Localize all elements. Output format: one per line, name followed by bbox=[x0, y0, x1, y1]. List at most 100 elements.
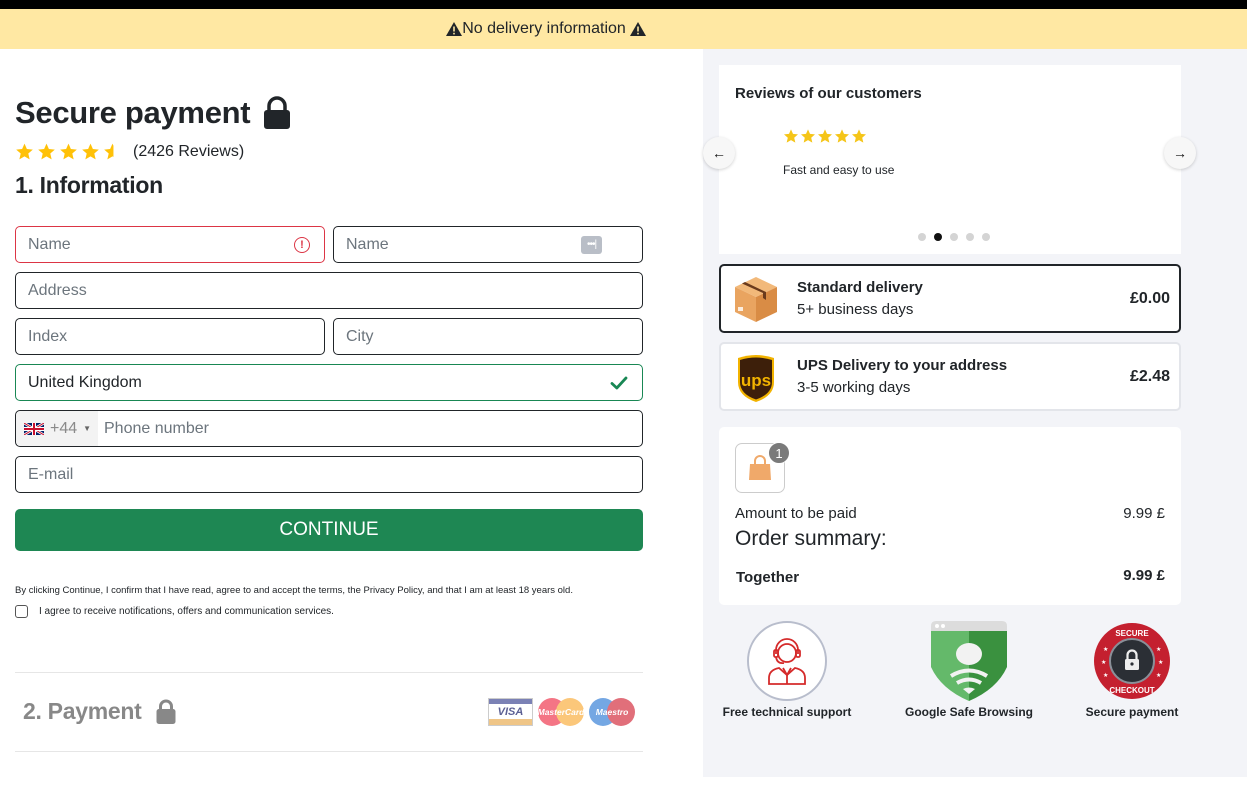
uk-flag-icon bbox=[24, 422, 44, 435]
terms-text: By clicking Continue, I confirm that I h… bbox=[15, 585, 573, 596]
continue-button[interactable]: CONTINUE bbox=[15, 509, 643, 551]
payment-heading-text: 2. Payment bbox=[23, 698, 142, 724]
maestro-icon: Maestro bbox=[589, 698, 635, 726]
check-icon bbox=[610, 375, 628, 391]
mastercard-label: MasterCard bbox=[537, 707, 585, 717]
trust-badge-secure-payment: SECURE CHECKOUT ★ ★ ★ ★ ★ ★ Secure payment bbox=[1081, 621, 1183, 719]
carousel-dots bbox=[918, 233, 990, 241]
svg-text:★: ★ bbox=[1156, 646, 1161, 653]
phone-placeholder: Phone number bbox=[104, 419, 209, 437]
warning-icon bbox=[629, 22, 646, 36]
order-sidebar: Reviews of our customers Fast and easy t… bbox=[703, 49, 1247, 777]
package-box-icon bbox=[731, 274, 781, 324]
carousel-dot[interactable] bbox=[966, 233, 974, 241]
email-field[interactable]: E-mail bbox=[15, 456, 643, 493]
svg-text:CHECKOUT: CHECKOUT bbox=[1109, 686, 1154, 695]
carousel-dot[interactable] bbox=[918, 233, 926, 241]
section-payment-heading[interactable]: 2. Payment bbox=[23, 698, 177, 725]
mastercard-icon: MasterCard bbox=[538, 698, 584, 726]
notifications-consent[interactable]: I agree to receive notifications, offers… bbox=[15, 605, 334, 618]
review-stars bbox=[783, 128, 867, 144]
lock-icon bbox=[155, 699, 177, 725]
delivery-alert-banner: No delivery information bbox=[0, 9, 1247, 49]
amount-label: Amount to be paid bbox=[735, 505, 857, 522]
shipping-name: UPS Delivery to your address bbox=[797, 357, 1008, 374]
visa-icon: VISA bbox=[488, 698, 533, 726]
carousel-dot[interactable] bbox=[982, 233, 990, 241]
index-field[interactable]: Index bbox=[15, 318, 325, 355]
shipping-option-ups[interactable]: ups UPS Delivery to your address 3-5 wor… bbox=[719, 342, 1181, 411]
first-name-placeholder: Name bbox=[28, 235, 71, 253]
svg-text:★: ★ bbox=[1101, 659, 1106, 666]
error-icon: ! bbox=[294, 236, 310, 253]
city-placeholder: City bbox=[346, 327, 374, 345]
first-name-field[interactable]: Name ! bbox=[15, 226, 325, 263]
trust-badge-label: Google Safe Browsing bbox=[904, 705, 1033, 719]
arrow-right-icon: → bbox=[1173, 145, 1187, 161]
star-icon bbox=[784, 129, 798, 143]
address-field[interactable]: Address bbox=[15, 272, 643, 309]
country-code-dropdown[interactable]: +44 ▼ bbox=[16, 411, 98, 446]
star-icon bbox=[835, 129, 849, 143]
city-field[interactable]: City bbox=[333, 318, 643, 355]
star-icon bbox=[82, 143, 99, 160]
carousel-next-button[interactable]: → bbox=[1164, 137, 1196, 169]
password-manager-icon[interactable]: •••| bbox=[581, 235, 602, 254]
alert-text: No delivery information bbox=[462, 20, 626, 37]
last-name-field[interactable]: Name •••| bbox=[333, 226, 643, 263]
star-icon bbox=[38, 143, 55, 160]
svg-text:SECURE: SECURE bbox=[1115, 629, 1149, 638]
phone-field[interactable]: +44 ▼ Phone number bbox=[15, 410, 643, 447]
svg-text:★: ★ bbox=[1103, 672, 1108, 679]
svg-text:ups: ups bbox=[741, 371, 771, 390]
email-placeholder: E-mail bbox=[28, 465, 74, 483]
page-title-text: Secure payment bbox=[15, 95, 251, 130]
carousel-prev-button[interactable]: ← bbox=[703, 137, 735, 169]
shipping-days: 5+ business days bbox=[797, 301, 914, 318]
shipping-option-standard[interactable]: Standard delivery 5+ business days £0.00 bbox=[719, 264, 1181, 333]
maestro-label: Maestro bbox=[595, 707, 629, 717]
review-text: Fast and easy to use bbox=[783, 163, 895, 177]
svg-text:★: ★ bbox=[1156, 672, 1161, 679]
support-agent-icon bbox=[747, 621, 827, 701]
country-value: United Kingdom bbox=[28, 373, 142, 391]
order-summary: 1 Amount to be paid 9.99 £ Order summary… bbox=[719, 427, 1181, 605]
carousel-dot[interactable] bbox=[950, 233, 958, 241]
notifications-checkbox[interactable] bbox=[15, 605, 28, 618]
country-select[interactable]: United Kingdom bbox=[15, 364, 643, 401]
trust-badge-safe-browsing: Google Safe Browsing bbox=[901, 621, 1037, 719]
section-information-heading: 1. Information bbox=[15, 172, 163, 198]
reviews-title: Reviews of our customers bbox=[735, 85, 922, 102]
shipping-name: Standard delivery bbox=[797, 279, 923, 296]
notifications-label: I agree to receive notifications, offers… bbox=[39, 606, 334, 617]
caret-down-icon: ▼ bbox=[83, 424, 92, 433]
lock-icon bbox=[262, 96, 292, 130]
arrow-left-icon: ← bbox=[712, 145, 726, 161]
country-code: +44 bbox=[50, 419, 78, 437]
secure-checkout-icon: SECURE CHECKOUT ★ ★ ★ ★ ★ ★ bbox=[1093, 621, 1171, 701]
divider bbox=[15, 751, 643, 752]
shipping-days: 3-5 working days bbox=[797, 379, 911, 396]
reviews-count[interactable]: (2426 Reviews) bbox=[133, 143, 244, 161]
address-placeholder: Address bbox=[28, 281, 87, 299]
carousel-dot-active[interactable] bbox=[934, 233, 942, 241]
shipping-price: £0.00 bbox=[1129, 289, 1170, 307]
reviews-carousel: Reviews of our customers Fast and easy t… bbox=[719, 65, 1181, 254]
ups-logo-icon: ups bbox=[731, 352, 781, 402]
payment-card-logos: VISA MasterCard Maestro bbox=[488, 698, 635, 726]
warning-icon bbox=[446, 22, 463, 36]
star-icon bbox=[818, 129, 832, 143]
index-placeholder: Index bbox=[28, 327, 68, 345]
google-safe-browsing-icon bbox=[931, 621, 1007, 701]
shipping-price: £2.48 bbox=[1129, 367, 1170, 385]
trust-badge-label: Free technical support bbox=[722, 705, 852, 719]
trust-badge-label: Secure payment bbox=[1085, 705, 1179, 719]
total-value: 9.99 £ bbox=[1123, 567, 1165, 584]
rating-summary: (2426 Reviews) bbox=[15, 142, 244, 161]
star-icon bbox=[852, 129, 866, 143]
order-summary-title: Order summary: bbox=[735, 527, 887, 550]
svg-text:★: ★ bbox=[1103, 646, 1108, 653]
trust-badge-support: Free technical support bbox=[719, 621, 855, 719]
visa-label: VISA bbox=[497, 705, 524, 718]
total-label: Together bbox=[736, 569, 800, 586]
